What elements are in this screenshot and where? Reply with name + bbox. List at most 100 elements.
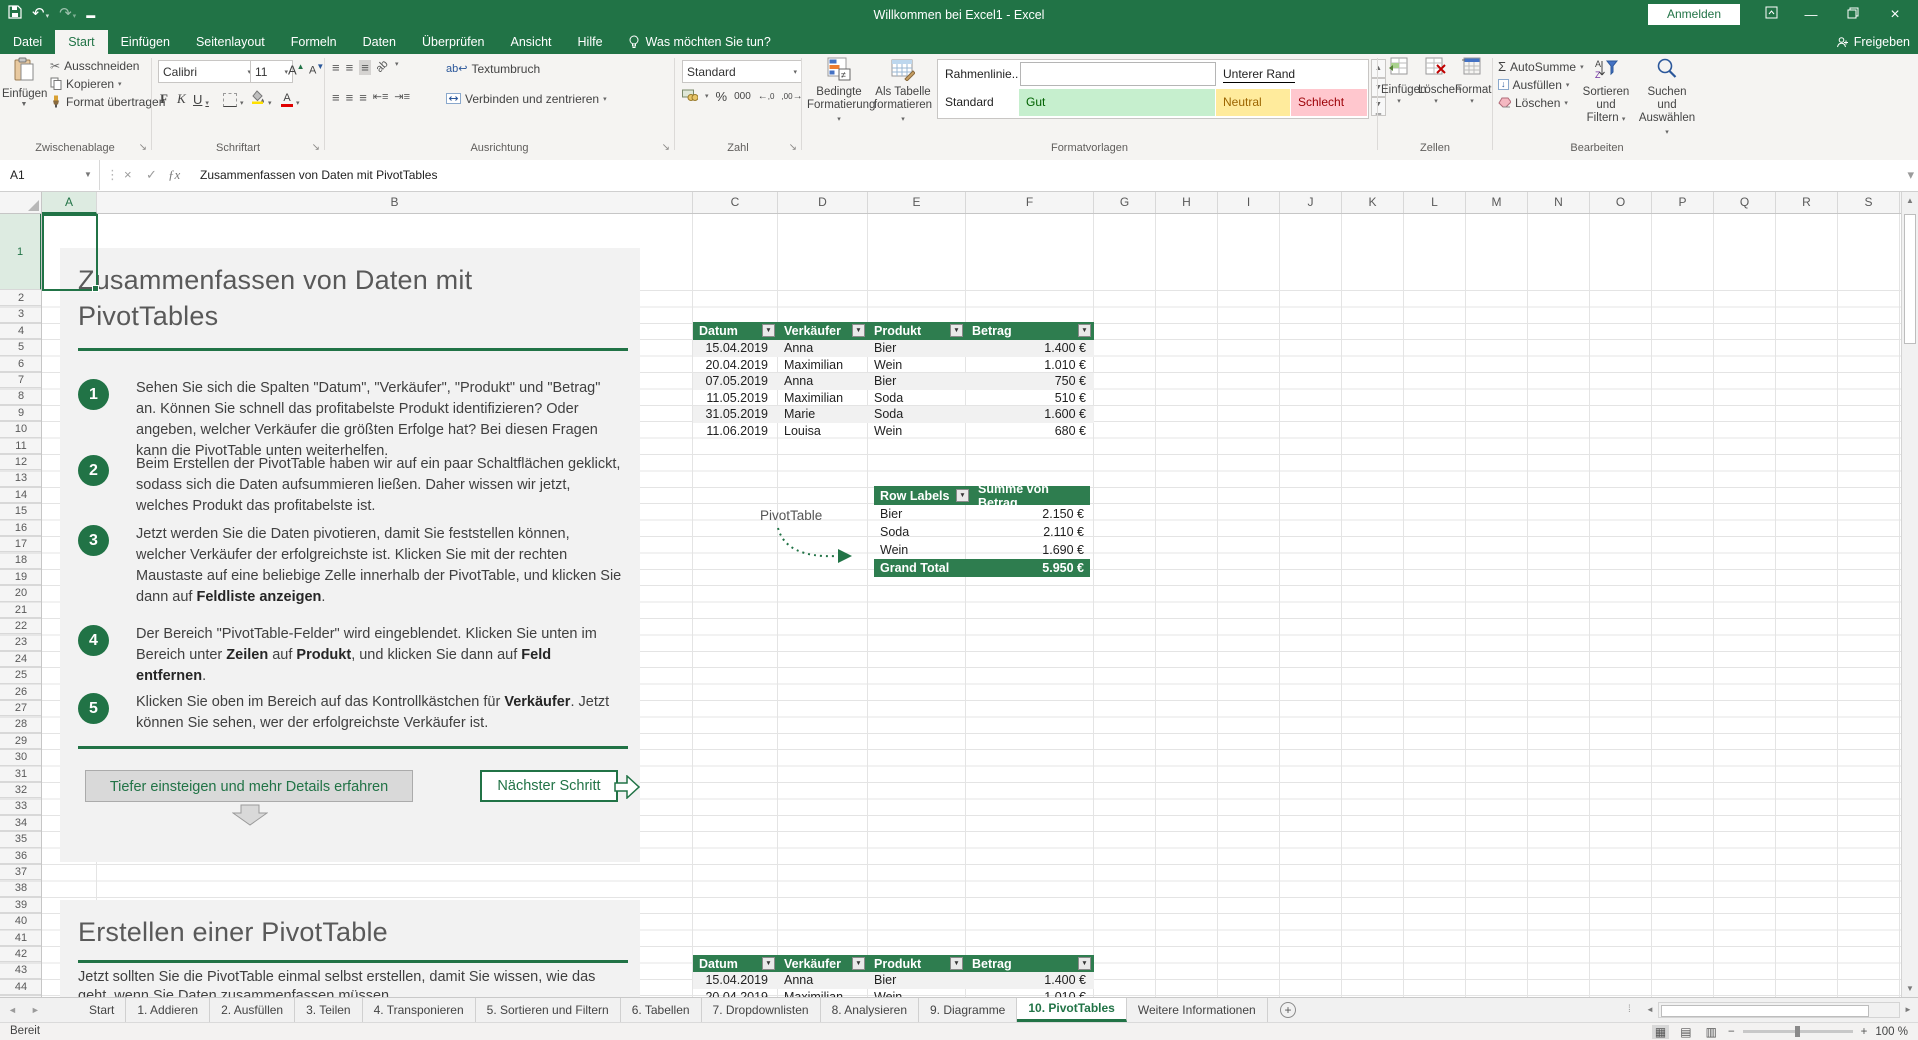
column-header-K[interactable]: K: [1342, 192, 1404, 213]
filter-dropdown-icon[interactable]: ▼: [852, 957, 865, 970]
font-color-button[interactable]: A ▾: [281, 86, 300, 107]
cut-button[interactable]: ✂Ausschneiden: [50, 57, 139, 74]
column-header-E[interactable]: E: [868, 192, 966, 213]
row-header-42[interactable]: 42: [0, 946, 42, 962]
row-header-13[interactable]: 13: [0, 470, 42, 486]
ribbon-tab-start[interactable]: Start: [55, 30, 107, 54]
column-header-M[interactable]: M: [1466, 192, 1528, 213]
row-header-35[interactable]: 35: [0, 831, 42, 847]
ribbon-tab-datei[interactable]: Datei: [0, 30, 55, 54]
column-header-P[interactable]: P: [1652, 192, 1714, 213]
filter-dropdown-icon[interactable]: ▼: [950, 957, 963, 970]
formula-content[interactable]: Zusammenfassen von Daten mit PivotTables: [200, 160, 437, 190]
restore-button[interactable]: [1838, 0, 1868, 30]
row-header-7[interactable]: 7: [0, 372, 42, 388]
row-header-15[interactable]: 15: [0, 503, 42, 519]
borders-button[interactable]: ▾: [223, 86, 244, 107]
merge-center-button[interactable]: Verbinden und zentrieren▾: [446, 90, 607, 107]
column-header-N[interactable]: N: [1528, 192, 1590, 213]
align-right-icon[interactable]: ≡: [359, 90, 367, 105]
zoom-out-icon[interactable]: −: [1728, 1026, 1735, 1038]
sheet-tab-3. Teilen[interactable]: 3. Teilen: [295, 998, 362, 1022]
row-header-5[interactable]: 5: [0, 339, 42, 355]
sheet-tab-10. PivotTables[interactable]: 10. PivotTables: [1017, 998, 1126, 1022]
number-dialog-launcher-icon[interactable]: ↘: [789, 142, 797, 153]
filter-dropdown-icon[interactable]: ▼: [762, 324, 775, 337]
row-header-43[interactable]: 43: [0, 962, 42, 978]
scroll-right-icon[interactable]: ►: [1900, 1002, 1916, 1018]
row-header-29[interactable]: 29: [0, 733, 42, 749]
align-top-icon[interactable]: ≡: [332, 60, 340, 75]
style-item-empty[interactable]: [1020, 62, 1216, 86]
deep-dive-button[interactable]: Tiefer einsteigen und mehr Details erfah…: [85, 770, 413, 802]
column-header-R[interactable]: R: [1776, 192, 1838, 213]
scroll-left-icon[interactable]: ◄: [1642, 1002, 1658, 1018]
formula-bar-expand-icon[interactable]: ▾: [1907, 160, 1914, 190]
column-header-F[interactable]: F: [966, 192, 1094, 213]
style-item-Neutral[interactable]: Neutral: [1216, 89, 1290, 116]
decrease-decimal-icon[interactable]: ,00→: [781, 91, 802, 102]
row-header-37[interactable]: 37: [0, 864, 42, 880]
autosum-button[interactable]: ΣAutoSumme▾: [1498, 58, 1584, 75]
format-cells-button[interactable]: Format▾: [1455, 57, 1489, 105]
alignment-dialog-launcher-icon[interactable]: ↘: [662, 142, 670, 153]
sheet-tab-9. Diagramme[interactable]: 9. Diagramme: [919, 998, 1017, 1022]
enter-icon[interactable]: ✓: [146, 160, 157, 190]
name-box-caret-icon[interactable]: ▼: [84, 160, 92, 190]
column-header-B[interactable]: B: [97, 192, 693, 213]
cancel-icon[interactable]: ×: [124, 160, 132, 190]
column-header-C[interactable]: C: [693, 192, 778, 213]
accounting-format-icon[interactable]: [682, 88, 698, 104]
fill-button[interactable]: ↓Ausfüllen▾: [1498, 76, 1569, 93]
row-header-32[interactable]: 32: [0, 782, 42, 798]
column-header-S[interactable]: S: [1838, 192, 1900, 213]
row-header-30[interactable]: 30: [0, 749, 42, 765]
vertical-scrollbar[interactable]: ▲ ▼: [1901, 192, 1918, 997]
comma-style-icon[interactable]: 000: [734, 91, 751, 102]
sheet-tab-4. Transponieren[interactable]: 4. Transponieren: [363, 998, 476, 1022]
sheet-tab-8. Analysieren[interactable]: 8. Analysieren: [821, 998, 919, 1022]
ribbon-tab-einfügen[interactable]: Einfügen: [108, 30, 183, 54]
style-item-Rahmenlinie...[interactable]: Rahmenlinie...: [938, 61, 1018, 88]
insert-function-icon[interactable]: ƒx: [168, 160, 180, 190]
paste-button[interactable]: Einfügen ▼: [2, 57, 46, 108]
ribbon-tab-formeln[interactable]: Formeln: [278, 30, 350, 54]
row-header-31[interactable]: 31: [0, 766, 42, 782]
close-button[interactable]: ×: [1880, 0, 1910, 30]
filter-dropdown-icon[interactable]: ▼: [852, 324, 865, 337]
decrease-indent-icon[interactable]: ⇤≡: [373, 90, 389, 105]
row-header-19[interactable]: 19: [0, 569, 42, 585]
column-header-O[interactable]: O: [1590, 192, 1652, 213]
style-item-Gut[interactable]: Gut: [1019, 89, 1215, 116]
style-item-Unterer Rand[interactable]: Unterer Rand: [1216, 61, 1366, 88]
row-header-4[interactable]: 4: [0, 323, 42, 339]
clear-button[interactable]: Löschen▾: [1498, 94, 1568, 111]
tell-me-box[interactable]: Was möchten Sie tun?: [616, 30, 783, 54]
ribbon-tab-überprüfen[interactable]: Überprüfen: [409, 30, 498, 54]
sign-in-button[interactable]: Anmelden: [1648, 4, 1740, 25]
row-header-33[interactable]: 33: [0, 798, 42, 814]
align-left-icon[interactable]: ≡: [332, 90, 340, 105]
row-header-6[interactable]: 6: [0, 356, 42, 372]
delete-cells-button[interactable]: Löschen▾: [1418, 57, 1454, 105]
increase-decimal-icon[interactable]: ←,0: [758, 91, 775, 102]
row-header-26[interactable]: 26: [0, 684, 42, 700]
ribbon-tab-ansicht[interactable]: Ansicht: [498, 30, 565, 54]
column-header-I[interactable]: I: [1218, 192, 1280, 213]
sheet-tab-5. Sortieren und Filtern[interactable]: 5. Sortieren und Filtern: [476, 998, 621, 1022]
sheet-tab-2. Ausfüllen[interactable]: 2. Ausfüllen: [210, 998, 295, 1022]
ribbon-display-options-icon[interactable]: [1756, 0, 1786, 30]
new-sheet-button[interactable]: +: [1280, 1002, 1296, 1018]
next-step-button[interactable]: Nächster Schritt: [480, 770, 618, 802]
minimize-button[interactable]: —: [1796, 0, 1826, 30]
zoom-in-icon[interactable]: +: [1861, 1026, 1868, 1038]
row-header-24[interactable]: 24: [0, 651, 42, 667]
increase-indent-icon[interactable]: ⇥≡: [394, 90, 410, 105]
scroll-down-icon[interactable]: ▼: [1902, 980, 1918, 997]
zoom-slider-thumb[interactable]: [1795, 1026, 1800, 1037]
orientation-icon[interactable]: ab: [373, 58, 392, 77]
align-middle-icon[interactable]: ≡: [346, 60, 354, 75]
row-header-1[interactable]: 1: [0, 214, 42, 290]
page-break-view-icon[interactable]: ▥: [1703, 1025, 1720, 1039]
row-header-16[interactable]: 16: [0, 520, 42, 536]
